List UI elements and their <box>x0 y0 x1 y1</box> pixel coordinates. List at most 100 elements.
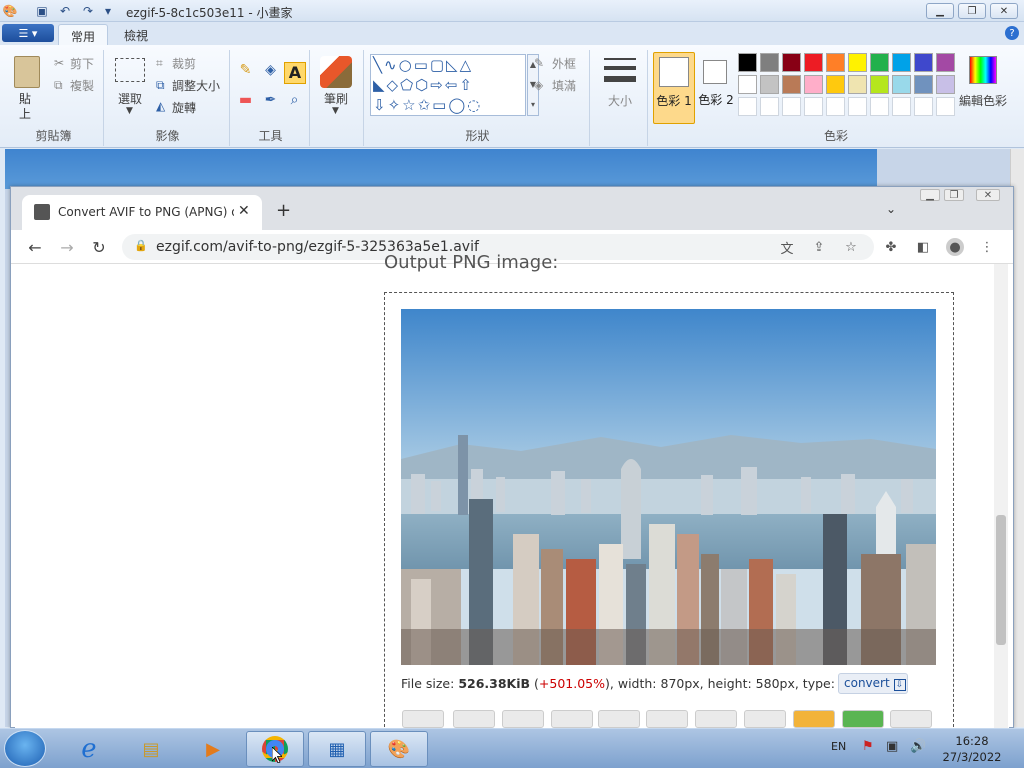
color-swatch[interactable] <box>782 75 801 94</box>
color-swatch[interactable] <box>848 53 867 72</box>
crop-button[interactable]: 裁剪 <box>172 55 196 72</box>
paint-menu-button[interactable]: ☰ ▾ <box>2 24 54 42</box>
media-player-icon[interactable]: ▶ <box>184 731 242 767</box>
color-swatch[interactable] <box>848 97 867 116</box>
outline-button[interactable]: 外框 <box>552 55 576 72</box>
translate-icon[interactable]: 文 <box>778 238 796 257</box>
color-swatch[interactable] <box>870 97 889 116</box>
color-swatch[interactable] <box>804 75 823 94</box>
color-swatch[interactable] <box>760 97 779 116</box>
color-swatch[interactable] <box>826 97 845 116</box>
side-panel-icon[interactable]: ◧ <box>914 238 932 256</box>
extensions-icon[interactable]: ✤ <box>882 238 900 256</box>
paint-canvas-image[interactable] <box>5 149 877 189</box>
edit-colors-icon[interactable] <box>969 56 997 84</box>
page-scrollbar-thumb[interactable] <box>996 515 1006 645</box>
color-swatch[interactable] <box>936 75 955 94</box>
edit-tool-jpg[interactable] <box>793 710 835 728</box>
color-swatch[interactable] <box>936 97 955 116</box>
tab-view[interactable]: 檢視 <box>112 24 160 45</box>
color-swatch[interactable] <box>760 53 779 72</box>
save-icon[interactable]: ▣ <box>34 3 50 19</box>
tab-search-icon[interactable]: ⌄ <box>886 202 896 216</box>
edit-tool-speed[interactable] <box>598 710 640 728</box>
color-swatch[interactable] <box>870 53 889 72</box>
tab-home[interactable]: 常用 <box>58 24 109 45</box>
color-swatch[interactable] <box>892 97 911 116</box>
profile-avatar-icon[interactable]: ● <box>946 238 964 256</box>
shapes-gallery[interactable]: ╲∿○▭▢◺△ ◣◇⬠⬡⇨⇦⇧ ⇩✧☆✩▭◯◌ <box>370 54 526 116</box>
size-button[interactable]: 大小 <box>608 92 632 109</box>
new-tab-icon[interactable]: + <box>276 200 291 221</box>
color2-selector[interactable]: 色彩 2 <box>698 52 734 124</box>
color-swatch[interactable] <box>848 75 867 94</box>
undo-icon[interactable]: ↶ <box>57 3 73 19</box>
color1-selector[interactable]: 色彩 1 <box>653 52 695 124</box>
select-button[interactable]: 選取 <box>118 90 142 107</box>
select-dropdown-icon[interactable]: ▼ <box>126 106 133 116</box>
edit-tool-webp[interactable] <box>842 710 884 728</box>
color-swatch[interactable] <box>892 75 911 94</box>
color-swatch[interactable] <box>804 97 823 116</box>
redo-icon[interactable]: ↷ <box>80 3 96 19</box>
resize-button[interactable]: 調整大小 <box>172 77 220 94</box>
brushes-button[interactable]: 筆刷 <box>324 90 348 107</box>
color-swatch[interactable] <box>782 97 801 116</box>
magnifier-icon[interactable]: ⌕ <box>284 92 305 113</box>
fill-icon[interactable]: ◈ <box>260 62 281 83</box>
browser-maximize-button[interactable]: ❐ <box>944 189 964 201</box>
menu-kebab-icon[interactable]: ⋮ <box>978 238 996 256</box>
edit-tool-crop[interactable] <box>453 710 495 728</box>
color-swatch[interactable] <box>738 53 757 72</box>
back-icon[interactable]: ← <box>24 236 46 258</box>
color-swatch[interactable] <box>826 75 845 94</box>
edit-tool-effects[interactable] <box>551 710 593 728</box>
maximize-button[interactable]: ❐ <box>958 3 986 19</box>
edit-colors-button[interactable]: 編輯色彩 <box>959 92 1007 109</box>
color-swatch[interactable] <box>826 53 845 72</box>
color-swatch[interactable] <box>936 53 955 72</box>
cut-button[interactable]: 剪下 <box>70 55 94 72</box>
copy-button[interactable]: 複製 <box>70 77 94 94</box>
volume-icon[interactable]: 🔊 <box>910 739 926 754</box>
lock-icon[interactable]: 🔒 <box>134 239 148 252</box>
reload-icon[interactable]: ↻ <box>88 236 110 258</box>
paint-taskbar-icon[interactable]: 🎨 <box>370 731 428 767</box>
edit-tool-overlay[interactable] <box>744 710 786 728</box>
edit-tool-text[interactable] <box>695 710 737 728</box>
text-icon[interactable]: A <box>284 62 306 84</box>
color-swatch[interactable] <box>892 53 911 72</box>
color-swatch[interactable] <box>804 53 823 72</box>
color-swatch[interactable] <box>782 53 801 72</box>
page-scrollbar[interactable] <box>994 264 1008 728</box>
quick-access-dropdown-icon[interactable]: ▾ <box>100 3 116 19</box>
color-swatch[interactable] <box>760 75 779 94</box>
convert-button[interactable]: convert ⇩ <box>838 673 908 694</box>
network-icon[interactable]: ▣ <box>886 739 898 754</box>
edit-tool-resize[interactable] <box>402 710 444 728</box>
pencil-icon[interactable]: ✎ <box>235 62 256 83</box>
eraser-icon[interactable]: ▬ <box>235 92 256 113</box>
internet-explorer-icon[interactable]: ℯ <box>60 731 118 767</box>
close-button[interactable]: ✕ <box>990 3 1018 19</box>
color-swatch[interactable] <box>870 75 889 94</box>
edit-tool-optimize[interactable] <box>502 710 544 728</box>
color-swatch[interactable] <box>914 53 933 72</box>
bookmark-star-icon[interactable]: ☆ <box>842 238 860 256</box>
edit-tool-split[interactable] <box>646 710 688 728</box>
tab-close-icon[interactable]: ✕ <box>238 203 250 219</box>
system-clock[interactable]: 16:28 27/3/2022 <box>942 733 1002 765</box>
action-center-icon[interactable]: ⚑ <box>862 739 874 754</box>
remote-desktop-icon[interactable]: ▦ <box>308 731 366 767</box>
paste-icon[interactable] <box>14 56 40 88</box>
forward-icon[interactable]: → <box>56 236 78 258</box>
color-swatch[interactable] <box>738 97 757 116</box>
edit-tool-save[interactable] <box>890 710 932 728</box>
output-image[interactable] <box>401 309 936 665</box>
minimize-button[interactable]: ▁ <box>926 3 954 19</box>
language-indicator[interactable]: EN <box>831 740 846 753</box>
select-icon[interactable] <box>115 58 145 82</box>
color-swatch[interactable] <box>914 97 933 116</box>
fill-shape-button[interactable]: 填滿 <box>552 77 576 94</box>
file-explorer-icon[interactable]: ▤ <box>122 731 180 767</box>
